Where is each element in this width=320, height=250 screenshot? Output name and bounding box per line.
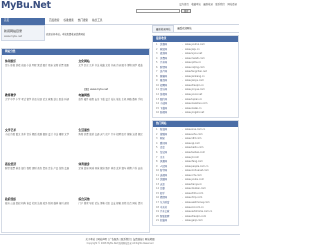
category-block: 休闲娱乐 音乐 影视 游戏 动漫 小说 明星 笑话 图片 星座 宠物 彩票 摄影 [5, 59, 73, 89]
watermark-caption: 【图】www.mybu.net [82, 87, 110, 91]
category-title[interactable]: 休闲娱乐 [5, 59, 73, 63]
top-nav: 设为首页 收藏本站 最新收录 联系我们 网站登录 [179, 3, 237, 6]
category-links[interactable]: 大学 中学 小学 考试 留学 外语 培训 论文 家教 幼儿 职业 科研 [5, 98, 73, 102]
search-bar: 搜索 [136, 8, 192, 13]
list-item[interactable]: 21 赶集网 - www.ganji.com [156, 219, 235, 224]
category-links[interactable]: 软件 硬件 编程 安全 下载 设计 站长 域名 主机 网络 数码 手机 [79, 98, 147, 102]
list-item-name[interactable]: 影视网 [160, 111, 182, 116]
list-item-name[interactable]: 赶集网 [160, 219, 182, 224]
category-links[interactable]: 音乐 影视 游戏 动漫 小说 明星 笑话 图片 星座 宠物 彩票 摄影 [5, 64, 73, 68]
category-block: 电脑网络 软件 硬件 编程 安全 下载 设计 站长 域名 主机 网络 数码 手机 [79, 93, 147, 123]
category-links[interactable]: 文学 历史 艺术 书法 收藏 文化 书画 诗词 图书 博物 国学 戏曲 [79, 64, 147, 68]
tab-popular-sites[interactable]: 最受欢迎网站 [174, 25, 194, 32]
topnav-login[interactable]: 网站登录 [227, 3, 237, 6]
search-button[interactable]: 搜索 [181, 8, 192, 13]
category-block: 政府组织 政府 公益 组织 机构 协会 社团 法规 政务 新闻 媒体 报刊 通讯 [5, 197, 73, 227]
category-title[interactable]: 教育教学 [5, 93, 73, 97]
category-block: 体育健身 足球 篮球 网球 羽球 健身 跑步 体育 武术 赛车 棋牌 户外 运动 [79, 162, 147, 192]
popular-list: 1 新浪网 - www.sina.com.cn 2 搜狐网 - www.sohu.com 3 网易… [153, 127, 238, 225]
main-nav: 首页 百度搜索 谷歌搜索 热门搜索 站长工具 [1, 18, 239, 25]
tab-webmaster-tools[interactable]: 站长工具 [92, 18, 102, 24]
category-block: 文学艺术 小说 诗歌 散文 美术 音乐 舞蹈 戏剧 摄影 设计 书法 雕塑 文学 [5, 128, 73, 158]
category-block: 文化网站 文学 历史 艺术 书法 收藏 文化 书画 诗词 图书 博物 国学 戏曲 [79, 59, 147, 89]
category-title[interactable]: 体育健身 [79, 162, 147, 166]
category-title[interactable]: 电脑网络 [79, 93, 147, 97]
main-nav-tabs: 百度搜索 谷歌搜索 热门搜索 站长工具 [45, 18, 239, 25]
topnav-contact[interactable]: 联系我们 [215, 3, 225, 6]
popular-panel: 热门网站 1 新浪网 - www.sina.com.cn 2 搜狐网 - www.sohu.c… [152, 120, 239, 227]
list-item[interactable]: 16 影视网 - www.yingshi.net [156, 111, 235, 116]
site-title-box: 新闻网站目录 www.mybu.net [1, 25, 45, 41]
tab-latest-sites[interactable]: 最新收录网站 [152, 25, 175, 32]
footer: 关于本站 | 网站声明 | 广告服务 | 联系我们 | 友情链接 | 网站地图 … [0, 234, 240, 250]
tab-google[interactable]: 谷歌搜索 [63, 18, 73, 24]
category-links[interactable]: 政府 公益 组织 机构 协会 社团 法规 政务 新闻 媒体 报刊 通讯 [5, 202, 73, 206]
site-logo[interactable]: MyBu.Net [1, 1, 51, 11]
search-input[interactable] [136, 8, 180, 13]
site-subtitle: www.mybu.net [4, 35, 22, 38]
category-links[interactable]: 足球 篮球 网球 羽球 健身 跑步 体育 武术 赛车 棋牌 户外 运动 [79, 167, 147, 171]
topnav-bookmark[interactable]: 收藏本站 [191, 3, 201, 6]
footer-copyright: Copyright © 2008 MyBu.Net 新闻网站目录 All Rig… [86, 242, 154, 245]
category-block: 生活服务 购物 美食 旅游 交通 天气 房产 汽车 招聘 医疗 健康 法律 便民 [79, 128, 147, 158]
category-block: 综合其他 门户 搜索 导航 论坛 博客 社区 交友 邮箱 其他 综合 网址 资讯 [79, 197, 147, 227]
category-title[interactable]: 商业经济 [5, 162, 73, 166]
category-links[interactable]: 小说 诗歌 散文 美术 音乐 舞蹈 戏剧 摄影 设计 书法 雕塑 文学 [5, 133, 73, 137]
topnav-set-homepage[interactable]: 设为首页 [179, 3, 189, 6]
category-title[interactable]: 文化网站 [79, 59, 147, 63]
category-title[interactable]: 政府组织 [5, 197, 73, 201]
category-panel: 网站分类 休闲娱乐 音乐 影视 游戏 动漫 小说 明星 笑话 图片 星座 宠物 … [1, 48, 150, 233]
notice-bar: 欢迎访问本站，本站免费收录优秀网站 [46, 32, 86, 36]
header: MyBu.Net 设为首页 收藏本站 最新收录 联系我们 网站登录 搜索 [0, 0, 240, 18]
latest-panel: 最新收录 1 优惠网 - www.youhui.com 2 家居网 - www.jiaju.c… [152, 35, 239, 119]
latest-list: 1 优惠网 - www.youhui.com 2 家居网 - www.jiaju.cn 3 旅游网… [153, 42, 238, 118]
sidebar-tabs: 最新收录网站 最受欢迎网站 [152, 25, 239, 33]
site-title: 新闻网站目录 [4, 29, 23, 33]
category-links[interactable]: 财经 股票 基金 银行 保险 理财 商务 贸易 企业 产品 营销 会展 [5, 167, 73, 171]
category-title[interactable]: 综合其他 [79, 197, 147, 201]
tab-home[interactable]: 首页 [1, 18, 45, 25]
category-links[interactable]: 购物 美食 旅游 交通 天气 房产 汽车 招聘 医疗 健康 法律 便民 [79, 133, 147, 137]
category-links[interactable]: 门户 搜索 导航 论坛 博客 社区 交友 邮箱 其他 综合 网址 资讯 [79, 202, 147, 206]
category-title[interactable]: 文学艺术 [5, 128, 73, 132]
category-block: 教育教学 大学 中学 小学 考试 留学 外语 培训 论文 家教 幼儿 职业 科研 [5, 93, 73, 123]
tab-hot-search[interactable]: 热门搜索 [78, 18, 88, 24]
list-item-url[interactable]: www.yingshi.net [185, 111, 204, 116]
topnav-latest[interactable]: 最新收录 [203, 3, 213, 6]
category-title[interactable]: 生活服务 [79, 128, 147, 132]
category-block: 商业经济 财经 股票 基金 银行 保险 理财 商务 贸易 企业 产品 营销 会展 [5, 162, 73, 192]
tab-baidu[interactable]: 百度搜索 [49, 18, 59, 24]
right-sidebar: 最新收录网站 最受欢迎网站 最新收录 1 优惠网 - www.youhui.com 2 家… [152, 25, 239, 233]
category-grid: 休闲娱乐 音乐 影视 游戏 动漫 小说 明星 笑话 图片 星座 宠物 彩票 摄影… [2, 55, 149, 227]
list-item-url[interactable]: www.ganji.com [185, 219, 203, 224]
